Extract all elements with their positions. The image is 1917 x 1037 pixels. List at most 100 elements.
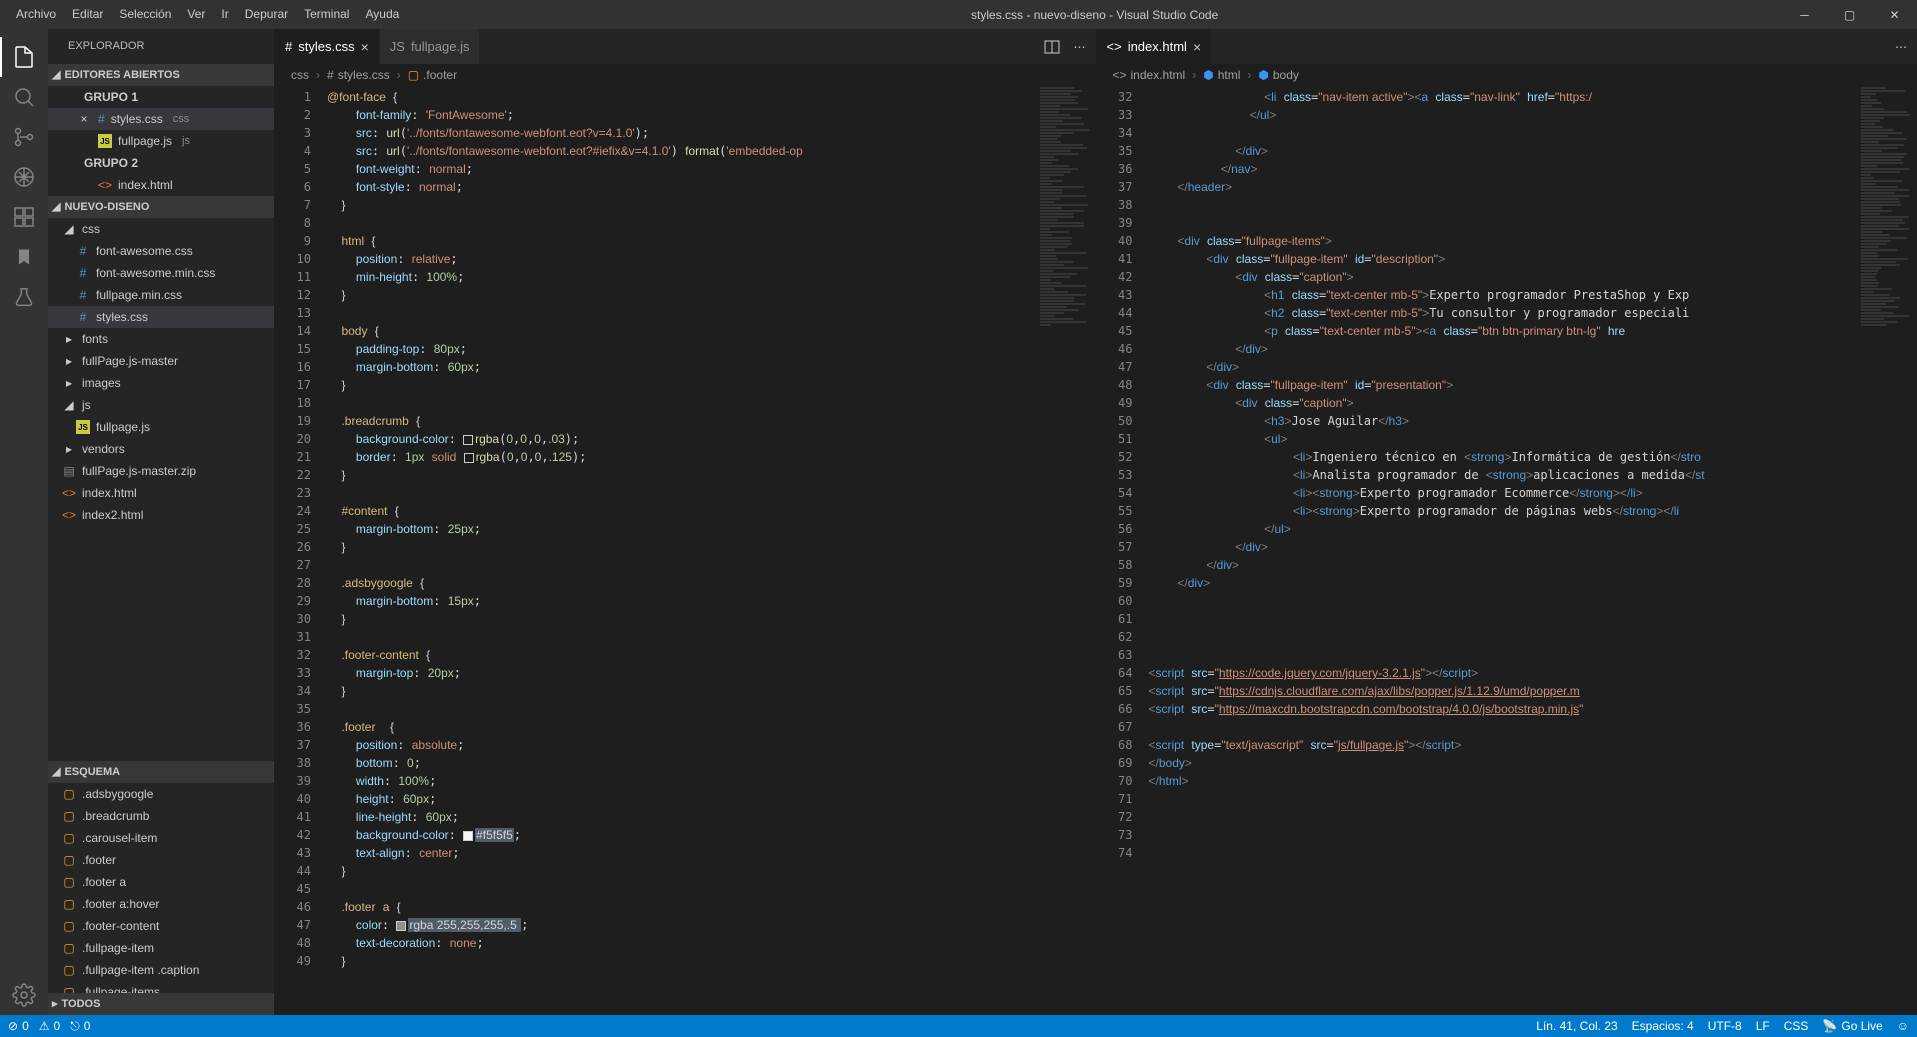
open-editor-styles-css[interactable]: ×#styles.csscss [48,108,274,130]
symbol-icon: ▢ [62,897,76,911]
tab-index-html[interactable]: <>index.html× [1097,29,1213,64]
open-editor-index-html[interactable]: ×<>index.html [48,174,274,196]
explorer-title: EXPLORADOR [48,29,274,64]
tree-item-fonts[interactable]: ▸fonts [48,328,274,350]
status-feedback-icon[interactable]: ☺ [1897,1019,1909,1033]
folder-icon: ▸ [62,332,76,346]
tree-item-index-html[interactable]: <>index.html [48,482,274,504]
line-numbers: 32 33 34 35 36 37 38 39 40 41 42 43 44 4… [1097,86,1147,1015]
outline-item[interactable]: ▢.breadcrumb [48,805,274,827]
tab-styles-css[interactable]: #styles.css× [275,29,380,64]
settings-icon[interactable] [0,975,48,1015]
menu-help[interactable]: Ayuda [357,0,407,29]
outline-item[interactable]: ▢.adsbygoogle [48,783,274,805]
more-actions-icon[interactable]: ⋯ [1074,40,1086,54]
titlebar: Archivo Editar Selección Ver Ir Depurar … [0,0,1917,29]
symbol-icon: ▢ [62,963,76,977]
css-icon: # [76,310,90,324]
project-header[interactable]: ◢NUEVO-DISENO [48,196,274,218]
tree-item-fullpage-js-master-zip[interactable]: ▤fullPage.js-master.zip [48,460,274,482]
outline-item[interactable]: ▢.footer a [48,871,274,893]
test-icon[interactable] [0,277,48,317]
menu-go[interactable]: Ir [213,0,236,29]
menu-edit[interactable]: Editar [64,0,111,29]
tree-item-fullpage-js-master[interactable]: ▸fullPage.js-master [48,350,274,372]
window-title: styles.css - nuevo-diseno - Visual Studi… [407,8,1782,22]
explorer-icon[interactable] [0,37,48,77]
explorer-sidebar: EXPLORADOR ◢EDITORES ABIERTOS GRUPO 1 ×#… [48,29,274,1015]
todos-header[interactable]: ▸TODOS [48,993,274,1015]
close-icon[interactable]: × [76,112,92,126]
tree-item-images[interactable]: ▸images [48,372,274,394]
window-controls: ─ ▢ ✕ [1782,0,1917,29]
status-warnings[interactable]: ⚠ 0 [39,1019,60,1033]
source-control-icon[interactable] [0,117,48,157]
status-golive[interactable]: 📡 Go Live [1822,1019,1882,1033]
html-file-icon: <> [98,178,112,192]
maximize-icon[interactable]: ▢ [1827,0,1872,29]
code-editor-1[interactable]: @font-face { font-family: 'FontAwesome';… [325,86,1036,1015]
html-icon: <> [62,508,76,522]
status-eol[interactable]: LF [1756,1019,1770,1033]
tab-fullpage-js[interactable]: JSfullpage.js [380,29,481,64]
tree-item-css[interactable]: ◢css [48,218,274,240]
editor-area: #styles.css× JSfullpage.js ⋯ css› # styl… [274,29,1917,1015]
tree-item-fullpage-min-css[interactable]: #fullpage.min.css [48,284,274,306]
zip-icon: ▤ [62,464,76,478]
extensions-icon[interactable] [0,197,48,237]
tree-item-vendors[interactable]: ▸vendors [48,438,274,460]
tabs-group-2: <>index.html× ⋯ [1097,29,1917,64]
group-1-header: GRUPO 1 [48,86,274,108]
folder-open-icon: ◢ [62,222,76,236]
breadcrumbs-1[interactable]: css› # styles.css› ▢ .footer [275,64,1096,86]
menu-file[interactable]: Archivo [8,0,64,29]
open-editors-header[interactable]: ◢EDITORES ABIERTOS [48,64,274,86]
menu-terminal[interactable]: Terminal [296,0,357,29]
breadcrumbs-2[interactable]: <> index.html› ⬢ html› ⬢ body [1097,64,1917,86]
symbol-icon: ▢ [62,809,76,823]
outline-header[interactable]: ◢ESQUEMA [48,761,274,783]
js-file-icon: JS [76,420,90,434]
minimap[interactable] [1036,86,1096,1015]
tree-item-fullpage-js[interactable]: JSfullpage.js [48,416,274,438]
bookmark-icon[interactable] [0,237,48,277]
tabs-group-1: #styles.css× JSfullpage.js ⋯ [275,29,1096,64]
outline-item[interactable]: ▢.footer a:hover [48,893,274,915]
search-icon[interactable] [0,77,48,117]
editor-group-1: #styles.css× JSfullpage.js ⋯ css› # styl… [274,29,1096,1015]
status-port[interactable]: ⎋ 0 [70,1019,90,1034]
tree-item-font-awesome-css[interactable]: #font-awesome.css [48,240,274,262]
status-position[interactable]: Lín. 41, Col. 23 [1536,1019,1617,1033]
css-icon: # [76,266,90,280]
debug-icon[interactable] [0,157,48,197]
outline-item[interactable]: ▢.footer [48,849,274,871]
menu-selection[interactable]: Selección [111,0,179,29]
status-lang[interactable]: CSS [1784,1019,1809,1033]
code-editor-2[interactable]: <li class="nav-item active"><a class="na… [1147,86,1858,1015]
tree-item-index2-html[interactable]: <>index2.html [48,504,274,526]
menu-debug[interactable]: Depurar [237,0,296,29]
open-editor-fullpage-js[interactable]: ×JSfullpage.jsjs [48,130,274,152]
menu-view[interactable]: Ver [179,0,213,29]
more-actions-icon[interactable]: ⋯ [1895,40,1907,54]
outline-item[interactable]: ▢.footer-content [48,915,274,937]
tree-item-font-awesome-min-css[interactable]: #font-awesome.min.css [48,262,274,284]
status-encoding[interactable]: UTF-8 [1708,1019,1742,1033]
outline-item[interactable]: ▢.fullpage-items [48,981,274,993]
close-icon[interactable]: × [1193,39,1201,55]
folder-open-icon: ◢ [62,398,76,412]
outline-item[interactable]: ▢.fullpage-item .caption [48,959,274,981]
minimap[interactable] [1857,86,1917,1015]
symbol-icon: ▢ [62,985,76,993]
status-spaces[interactable]: Espacios: 4 [1632,1019,1694,1033]
status-errors[interactable]: ⊘ 0 [8,1019,29,1033]
close-icon[interactable]: ✕ [1872,0,1917,29]
split-editor-icon[interactable] [1044,39,1060,55]
tree-item-js[interactable]: ◢js [48,394,274,416]
outline-item[interactable]: ▢.fullpage-item [48,937,274,959]
close-icon[interactable]: × [361,39,369,55]
tree-item-styles-css[interactable]: #styles.css [48,306,274,328]
minimize-icon[interactable]: ─ [1782,0,1827,29]
outline-item[interactable]: ▢.carousel-item [48,827,274,849]
symbol-icon: ▢ [62,919,76,933]
